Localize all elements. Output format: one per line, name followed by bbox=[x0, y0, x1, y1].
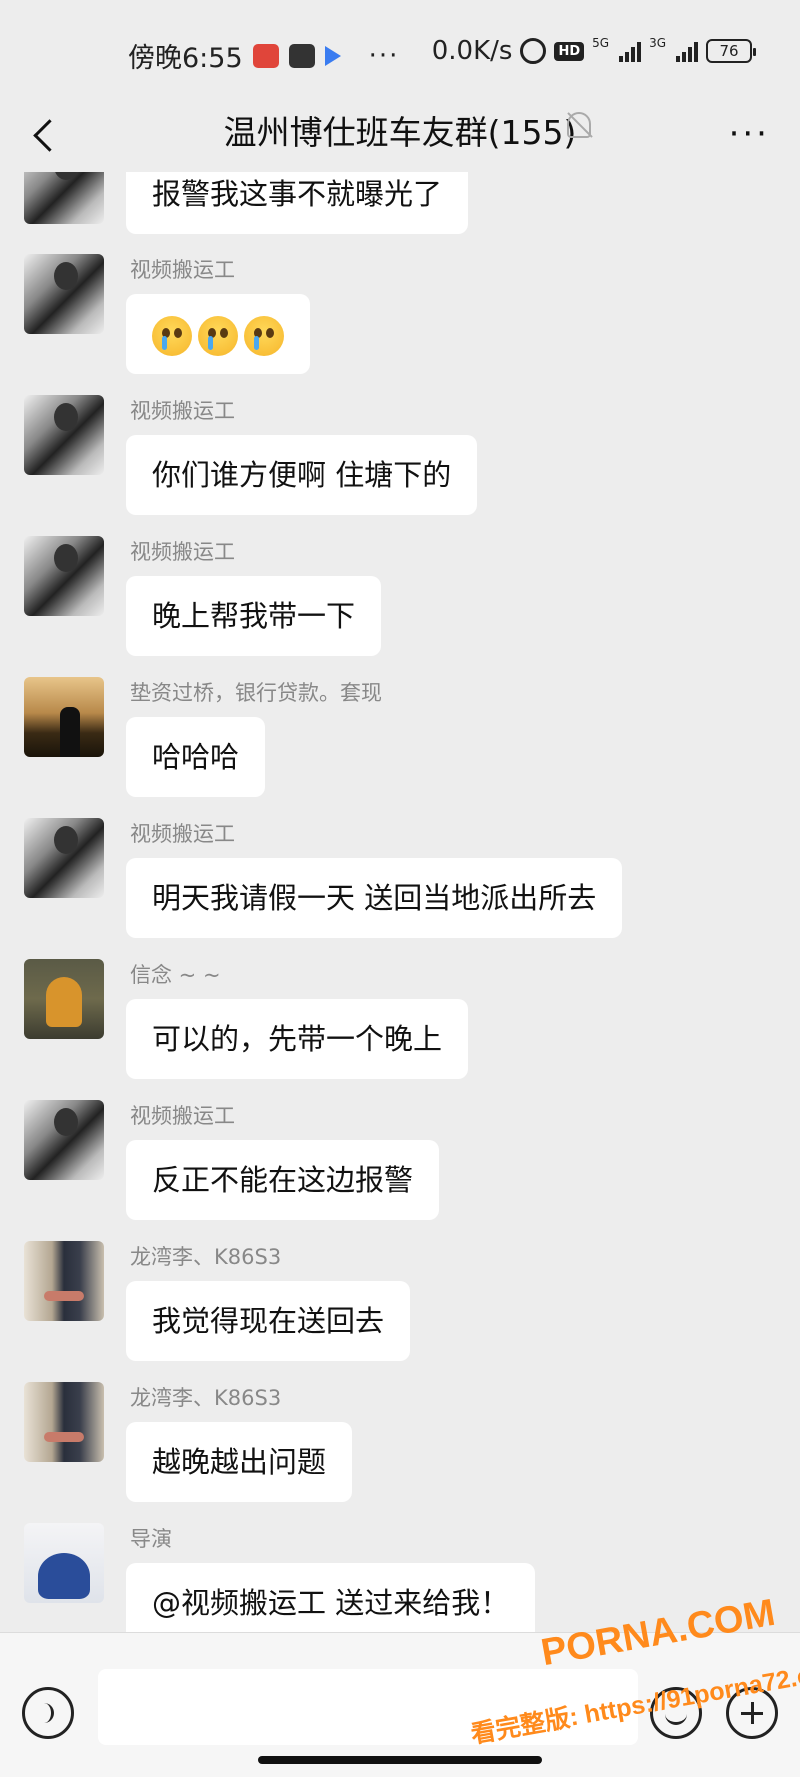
message-bubble[interactable]: 明天我请假一天 送回当地派出所去 bbox=[126, 858, 623, 938]
status-time: 傍晚6:55 bbox=[128, 43, 243, 74]
status-right: 0.0K/s HD 5G 3G 76 bbox=[431, 36, 756, 66]
message-bubble[interactable]: 晚上帮我带一下 bbox=[126, 576, 382, 656]
chat-header: 温州博仕班车友群(155) ··· bbox=[0, 100, 800, 172]
signal-1-icon bbox=[619, 40, 642, 62]
status-bar: 傍晚6:55 ··· 0.0K/s HD 5G 3G 76 bbox=[0, 0, 800, 100]
message-bubble[interactable]: @视频搬运工 送过来给我！ bbox=[126, 1563, 536, 1632]
avatar[interactable] bbox=[24, 1382, 104, 1462]
avatar[interactable] bbox=[24, 1100, 104, 1180]
title-wrap: 温州博仕班车友群(155) bbox=[0, 106, 800, 154]
message-bubble[interactable]: 反正不能在这边报警 bbox=[126, 1140, 440, 1220]
crying-face-icon bbox=[244, 316, 284, 356]
sender-name: 垫资过桥，银行贷款。套现 bbox=[130, 681, 382, 705]
message-bubble[interactable]: 我觉得现在送回去 bbox=[126, 1281, 411, 1361]
notification-app-icon bbox=[252, 43, 279, 68]
sender-name: 视频搬运工 bbox=[130, 540, 235, 564]
more-options-button[interactable]: ··· bbox=[729, 114, 770, 154]
avatar[interactable] bbox=[24, 1523, 104, 1603]
network-gen-1: 5G bbox=[592, 36, 610, 50]
crying-face-icon bbox=[198, 316, 238, 356]
message-bubble[interactable] bbox=[126, 294, 310, 374]
avatar[interactable] bbox=[24, 254, 104, 334]
sender-name: 龙湾李、K86S3 bbox=[130, 1386, 282, 1410]
sender-name: 导演 bbox=[130, 1527, 172, 1551]
message-bubble[interactable]: 你们谁方便啊 住塘下的 bbox=[126, 435, 478, 515]
sender-name: 视频搬运工 bbox=[130, 1104, 235, 1128]
voice-input-button[interactable] bbox=[22, 1687, 74, 1739]
avatar[interactable] bbox=[24, 536, 104, 616]
avatar[interactable] bbox=[24, 1241, 104, 1321]
sender-name: 视频搬运工 bbox=[130, 822, 235, 846]
crying-face-icon bbox=[152, 316, 192, 356]
sender-name: 视频搬运工 bbox=[130, 399, 235, 423]
message-bubble[interactable]: 可以的，先带一个晚上 bbox=[126, 999, 469, 1079]
avatar[interactable] bbox=[24, 395, 104, 475]
alarm-icon bbox=[520, 38, 547, 64]
avatar[interactable] bbox=[24, 818, 104, 898]
mute-bell-icon bbox=[567, 112, 591, 138]
message-bubble[interactable]: 越晚越出问题 bbox=[126, 1422, 353, 1502]
emoji-row bbox=[152, 316, 284, 356]
hd-voice-badge: HD bbox=[554, 41, 585, 61]
sender-name: 龙湾李、K86S3 bbox=[130, 1245, 282, 1269]
sender-name: 视频搬运工 bbox=[130, 258, 235, 282]
avatar[interactable] bbox=[24, 959, 104, 1039]
network-speed: 0.0K/s bbox=[431, 36, 513, 66]
battery-icon: 76 bbox=[706, 39, 756, 63]
avatar[interactable] bbox=[24, 172, 104, 224]
message-bubble[interactable]: 报警我这事不就曝光了 bbox=[126, 172, 469, 234]
avatar[interactable] bbox=[24, 677, 104, 757]
status-left: 傍晚6:55 ··· bbox=[128, 36, 399, 75]
notification-app2-icon bbox=[288, 43, 315, 68]
sender-name: 信念 ~ ~ bbox=[130, 963, 221, 987]
chat-message-list[interactable]: 报警我这事不就曝光了 视频搬运工 视频搬运工 你们谁方便啊 住塘下的 视频搬运工… bbox=[0, 172, 800, 1632]
chat-title: 温州博仕班车友群(155) bbox=[223, 113, 577, 152]
home-indicator[interactable] bbox=[258, 1756, 542, 1764]
more-notifications-icon: ··· bbox=[368, 40, 400, 71]
message-bubble[interactable]: 哈哈哈 bbox=[126, 717, 266, 797]
signal-2-icon bbox=[676, 40, 698, 62]
network-gen-2: 3G bbox=[649, 36, 666, 50]
play-store-icon bbox=[324, 45, 341, 66]
